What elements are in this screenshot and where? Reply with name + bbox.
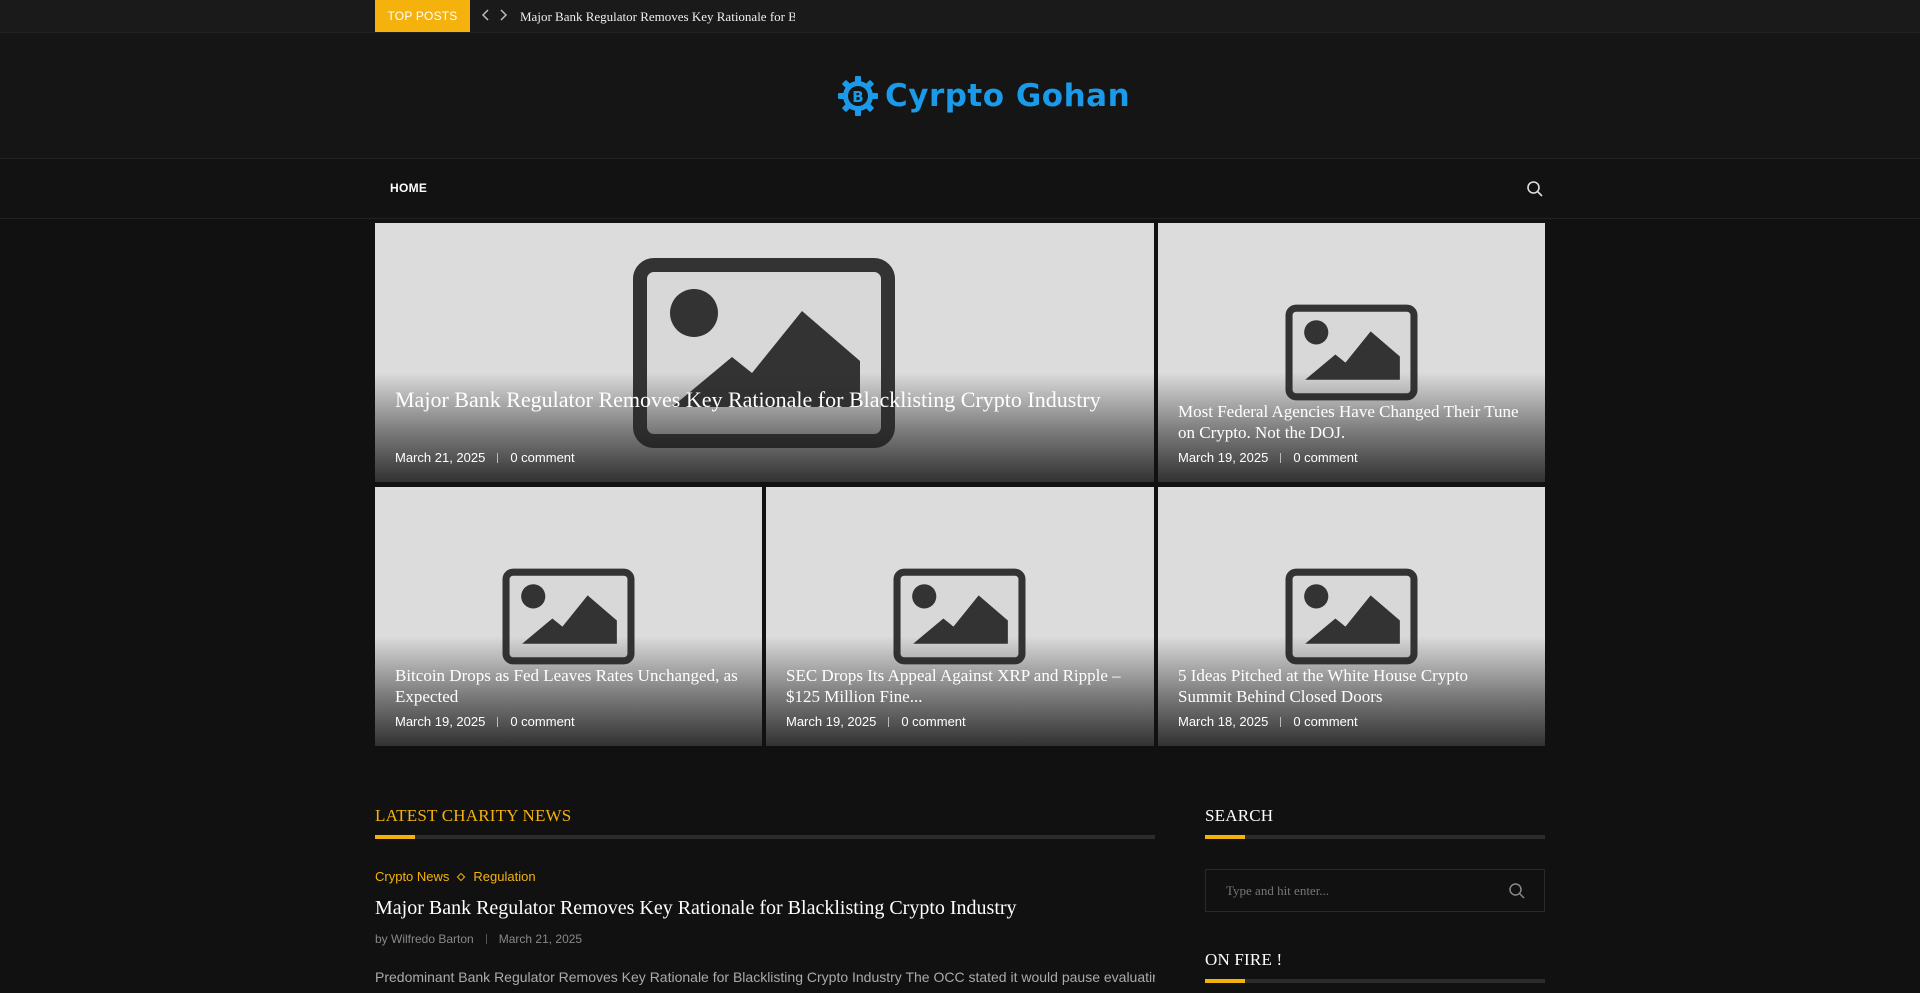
latest-post-title[interactable]: Major Bank Regulator Removes Key Rationa… [375, 897, 1017, 920]
section-divider-accent [1205, 835, 1245, 839]
meta-divider [888, 716, 890, 727]
search-widget-heading: SEARCH [1205, 806, 1274, 825]
search-input[interactable] [1206, 870, 1506, 911]
post-date: March 19, 2025 [395, 714, 486, 729]
latest-news-heading: LATEST CHARITY NEWS [375, 806, 572, 825]
chevron-left-icon [481, 9, 489, 21]
featured-post-1[interactable]: Major Bank Regulator Removes Key Rationa… [375, 223, 1154, 482]
search-icon[interactable] [1526, 180, 1544, 198]
meta-divider [497, 452, 499, 463]
post-title[interactable]: Most Federal Agencies Have Changed Their… [1178, 401, 1525, 443]
post-date: March 19, 2025 [1178, 450, 1269, 465]
chevron-right-icon [500, 9, 508, 21]
post-comments[interactable]: 0 comment [1293, 450, 1357, 465]
meta-divider [485, 934, 487, 944]
site-logo-text: Cyrpto Gohan [885, 78, 1131, 114]
site-logo[interactable]: B Cyrpto Gohan [837, 73, 1130, 119]
post-title[interactable]: Bitcoin Drops as Fed Leaves Rates Unchan… [395, 665, 742, 707]
post-categories: Crypto News Regulation [375, 869, 536, 884]
latest-post-meta: by Wilfredo Barton March 21, 2025 [375, 932, 582, 946]
section-divider [375, 835, 1155, 839]
section-divider-accent [375, 835, 415, 839]
post-meta: March 19, 2025 0 comment [395, 714, 575, 729]
ticker-headline[interactable]: Major Bank Regulator Removes Key Rationa… [520, 0, 795, 32]
post-date: March 19, 2025 [786, 714, 877, 729]
section-divider [1205, 835, 1545, 839]
nav-item-home[interactable]: HOME [390, 159, 427, 218]
post-meta: March 18, 2025 0 comment [1178, 714, 1358, 729]
post-meta: March 21, 2025 0 comment [395, 450, 575, 465]
post-date: March 21, 2025 [395, 450, 486, 465]
post-meta: March 19, 2025 0 comment [786, 714, 966, 729]
featured-post-5[interactable]: 5 Ideas Pitched at the White House Crypt… [1158, 487, 1545, 746]
svg-text:B: B [852, 88, 863, 106]
post-comments[interactable]: 0 comment [510, 714, 574, 729]
sidebar-search-form [1205, 869, 1545, 912]
post-author[interactable]: by Wilfredo Barton [375, 932, 474, 946]
post-meta: March 19, 2025 0 comment [1178, 450, 1358, 465]
bitcoin-gear-icon: B [838, 76, 878, 116]
post-date: March 21, 2025 [498, 932, 583, 946]
featured-post-4[interactable]: SEC Drops Its Appeal Against XRP and Rip… [766, 487, 1154, 746]
meta-divider [1280, 452, 1282, 463]
post-comments[interactable]: 0 comment [510, 450, 574, 465]
meta-divider [1280, 716, 1282, 727]
category-link-crypto-news[interactable]: Crypto News [375, 869, 449, 884]
section-divider-accent [1205, 979, 1245, 983]
main-nav: HOME [0, 159, 1920, 219]
post-comments[interactable]: 0 comment [901, 714, 965, 729]
on-fire-heading: ON FIRE ! [1205, 950, 1283, 969]
top-bar: TOP POSTS Major Bank Regulator Removes K… [0, 0, 1920, 33]
post-date: March 18, 2025 [1178, 714, 1269, 729]
category-separator [457, 872, 466, 881]
featured-post-3[interactable]: Bitcoin Drops as Fed Leaves Rates Unchan… [375, 487, 762, 746]
site-header: B Cyrpto Gohan [0, 33, 1920, 159]
post-title[interactable]: 5 Ideas Pitched at the White House Crypt… [1178, 665, 1525, 707]
post-comments[interactable]: 0 comment [1293, 714, 1357, 729]
featured-post-2[interactable]: Most Federal Agencies Have Changed Their… [1158, 223, 1545, 482]
section-divider [1205, 979, 1545, 983]
post-title[interactable]: SEC Drops Its Appeal Against XRP and Rip… [786, 665, 1134, 707]
post-title[interactable]: Major Bank Regulator Removes Key Rationa… [395, 386, 1134, 414]
ticker-next-button[interactable] [496, 8, 510, 24]
top-posts-badge: TOP POSTS [375, 0, 470, 32]
post-excerpt: Predominant Bank Regulator Removes Key R… [375, 969, 1155, 985]
meta-divider [497, 716, 499, 727]
search-icon[interactable] [1508, 882, 1526, 900]
ticker-prev-button[interactable] [479, 8, 493, 24]
category-link-regulation[interactable]: Regulation [473, 869, 535, 884]
